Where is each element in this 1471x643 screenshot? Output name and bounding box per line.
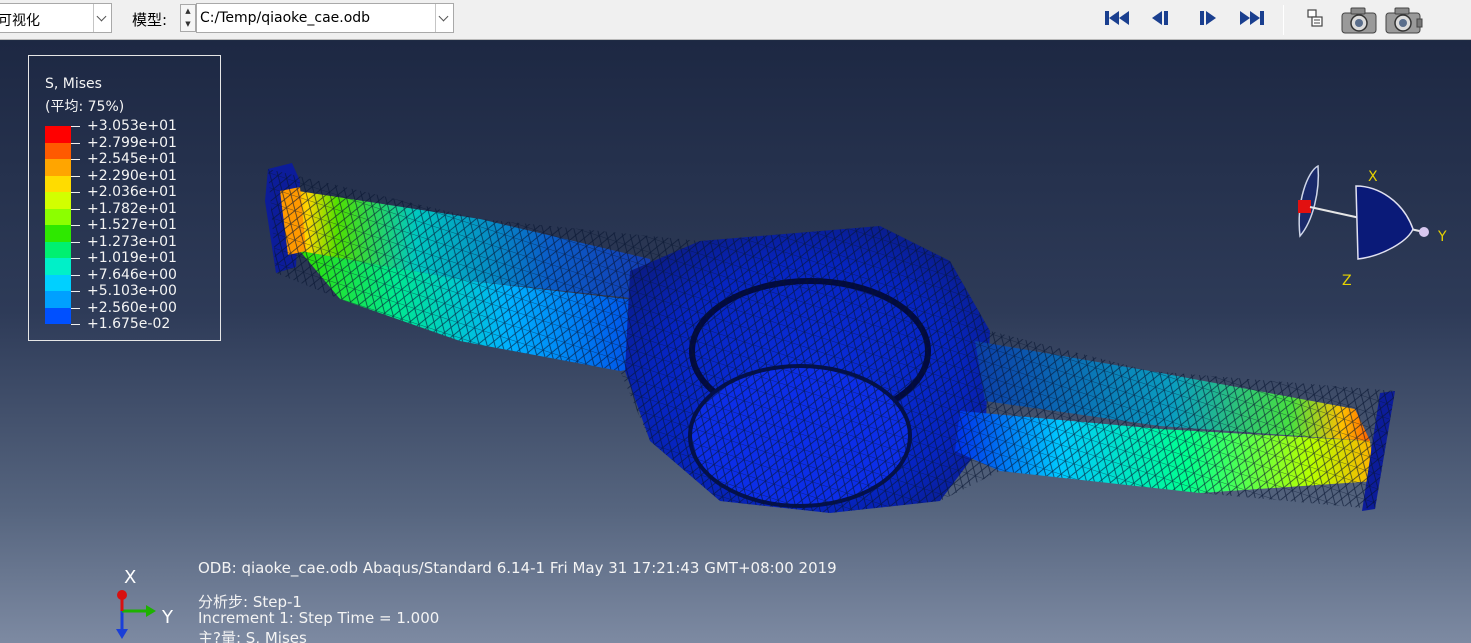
camera-icon[interactable]	[1340, 5, 1378, 35]
triad-y-label: Y	[1437, 229, 1447, 245]
legend-tick	[71, 307, 80, 309]
viewport[interactable]: S, Mises (平均: 75%) +3.053e+01 +2.799e+01 +…	[0, 41, 1471, 643]
first-frame-icon[interactable]	[1103, 9, 1131, 27]
legend-tick	[71, 274, 80, 276]
legend-value: +5.103e+00	[87, 283, 177, 299]
spinner-up-icon[interactable]: ▲	[181, 5, 195, 18]
view-triad: X Y Z	[1298, 164, 1447, 289]
legend-value: +2.545e+01	[87, 151, 177, 167]
legend-value: +1.019e+01	[87, 250, 177, 266]
legend-tick	[71, 258, 80, 259]
triad-z-label: Z	[1342, 273, 1352, 289]
legend-color-band	[45, 142, 71, 159]
legend-tick	[71, 126, 80, 127]
spinner-down-icon[interactable]: ▼	[181, 18, 195, 31]
legend-tick	[71, 142, 80, 144]
legend-tick	[71, 192, 80, 193]
model-spinner[interactable]: ▲ ▼	[180, 4, 196, 32]
legend-value: +7.646e+00	[87, 266, 177, 283]
legend-color-band	[45, 126, 71, 143]
camera-movie-icon[interactable]	[1384, 5, 1424, 35]
triad-origin	[1298, 200, 1311, 213]
legend-color-band	[45, 225, 71, 242]
chevron-down-icon[interactable]	[435, 4, 453, 32]
next-frame-icon[interactable]	[1198, 9, 1218, 27]
legend-color-band	[45, 192, 71, 209]
info-increment-line: Increment 1: Step Time = 1.000	[198, 609, 440, 627]
legend-value: +2.290e+01	[87, 167, 177, 184]
legend-tick	[71, 225, 80, 226]
legend-value: +2.560e+00	[87, 299, 177, 316]
legend-color-band	[45, 241, 71, 258]
global-axes: X Y	[116, 567, 174, 639]
info-variable-line: 主?量: S, Mises	[198, 629, 307, 643]
model-select-value: C:/Temp/qiaoke_cae.odb	[200, 10, 371, 26]
legend-tick	[71, 291, 80, 292]
legend-color-band	[45, 208, 71, 225]
toolbar: 可视化 模型: ▲ ▼ C:/Temp/qiaoke_cae.odb	[0, 0, 1471, 40]
legend-tick	[71, 175, 80, 177]
legend-value: +3.053e+01	[87, 118, 177, 134]
chevron-down-icon[interactable]	[93, 4, 111, 32]
legend-color-band	[45, 291, 71, 308]
legend-color-band	[45, 159, 71, 176]
info-odb-line: ODB: qiaoke_cae.odb Abaqus/Standard 6.14…	[198, 559, 837, 577]
module-select-value: 可视化	[0, 13, 40, 29]
legend-color-band	[45, 258, 71, 275]
frame-selector-icon[interactable]	[1304, 8, 1326, 30]
legend-color-band	[45, 307, 71, 324]
axis-y-label: Y	[161, 607, 174, 628]
legend-value: +2.799e+01	[87, 134, 177, 151]
triad-yz-plane	[1355, 185, 1414, 260]
previous-frame-icon[interactable]	[1150, 9, 1170, 27]
toolbar-separator	[1283, 5, 1284, 35]
legend-tick	[71, 241, 80, 243]
legend-subtitle: (平均: 75%)	[45, 99, 125, 115]
legend-tick	[71, 324, 80, 325]
contour-legend: S, Mises (平均: 75%) +3.053e+01 +2.799e+01 +…	[28, 55, 221, 341]
triad-x-label: X	[1368, 169, 1378, 185]
model-label: 模型:	[132, 11, 168, 29]
legend-title: S, Mises	[45, 76, 102, 92]
last-frame-icon[interactable]	[1238, 9, 1266, 27]
legend-tick	[71, 208, 80, 210]
legend-value: +1.527e+01	[87, 217, 177, 233]
model-select[interactable]: C:/Temp/qiaoke_cae.odb	[196, 3, 454, 33]
legend-tick	[71, 159, 80, 160]
legend-value: +1.675e-02	[87, 316, 171, 332]
legend-color-band	[45, 274, 71, 291]
triad-y-marker	[1419, 227, 1429, 237]
legend-color-band	[45, 175, 71, 192]
legend-value: +1.782e+01	[87, 200, 177, 217]
module-select[interactable]: 可视化	[0, 3, 112, 33]
axis-x-label: X	[124, 567, 136, 588]
legend-value: +2.036e+01	[87, 184, 177, 200]
legend-value: +1.273e+01	[87, 233, 177, 250]
